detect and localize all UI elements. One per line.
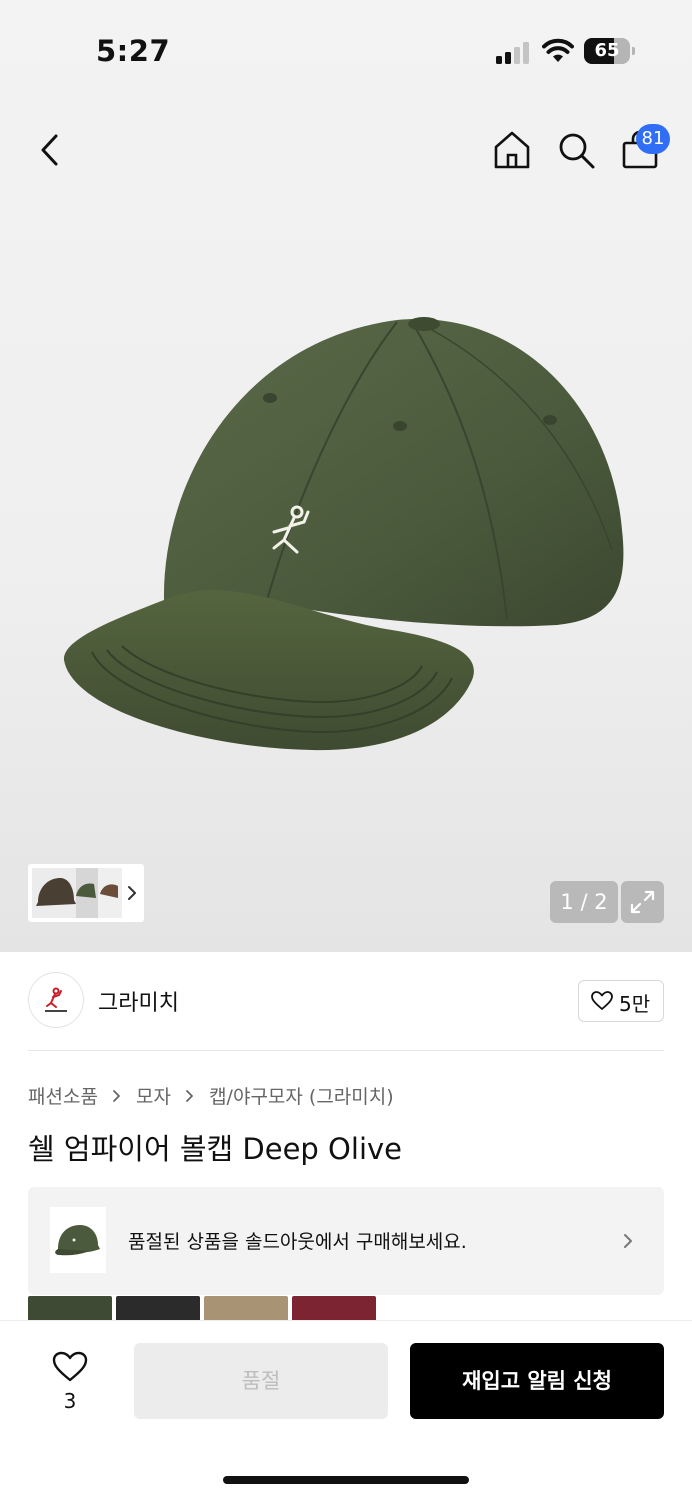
heart-icon (52, 1351, 88, 1382)
product-title: 쉘 엄파이어 볼캡 Deep Olive (28, 1132, 402, 1166)
divider (28, 1050, 664, 1051)
breadcrumb: 패션소품 모자 캡/야구모자 (그라미치) (28, 1082, 394, 1110)
brand-like-button[interactable]: 5만 (578, 980, 664, 1022)
wishlist-button[interactable]: 3 (40, 1343, 100, 1413)
brand-row[interactable]: 그라미치 5만 (28, 972, 664, 1030)
swatch-item[interactable] (204, 1296, 288, 1320)
brand-name[interactable]: 그라미치 (98, 985, 179, 1017)
cart-count-badge: 81 (636, 124, 670, 154)
breadcrumb-item-current[interactable]: 캡/야구모자 (그라미치) (209, 1082, 394, 1109)
image-page-indicator: 1 / 2 (550, 881, 618, 923)
back-icon[interactable] (30, 128, 70, 172)
status-bar: 5:27 65 (0, 0, 692, 100)
swatch-item[interactable] (292, 1296, 376, 1320)
chevron-right-icon (186, 1089, 193, 1102)
wishlist-count: 3 (63, 1389, 77, 1413)
swatch-item[interactable] (116, 1296, 200, 1320)
restock-alert-button[interactable]: 재입고 알림 신청 (410, 1343, 664, 1419)
swatch-item[interactable] (28, 1296, 112, 1320)
wifi-icon (542, 38, 574, 62)
chevron-right-icon[interactable] (620, 1229, 636, 1253)
search-icon[interactable] (554, 128, 598, 172)
product-image-cap[interactable] (52, 300, 640, 770)
thumbnail-image[interactable] (32, 868, 122, 918)
breadcrumb-item-category[interactable]: 패션소품 (28, 1082, 98, 1109)
promo-product-thumbnail (50, 1207, 106, 1273)
status-time: 5:27 (96, 34, 171, 68)
breadcrumb-item-subcategory[interactable]: 모자 (136, 1082, 171, 1109)
heart-icon (591, 991, 613, 1010)
promo-text: 품절된 상품을 솔드아웃에서 구매해보세요. (128, 1231, 467, 1253)
chevron-right-icon (113, 1089, 120, 1102)
soldout-promo-banner[interactable]: 품절된 상품을 솔드아웃에서 구매해보세요. (28, 1187, 664, 1295)
expand-icon[interactable] (621, 881, 664, 923)
color-swatches[interactable] (28, 1296, 388, 1320)
brand-like-count: 5만 (619, 992, 651, 1016)
battery-level: 65 (594, 40, 620, 61)
thumbnail-strip[interactable] (28, 864, 144, 922)
cellular-signal-icon (496, 42, 529, 64)
bottom-action-bar: 3 품절 재입고 알림 신청 (0, 1320, 692, 1501)
soldout-button[interactable]: 품절 (134, 1343, 388, 1419)
chevron-right-icon[interactable] (124, 882, 140, 904)
product-image-area: 5:27 65 81 1 / 2 (0, 0, 692, 952)
home-indicator (223, 1476, 469, 1484)
home-icon[interactable] (490, 128, 534, 172)
brand-logo[interactable] (28, 972, 84, 1028)
battery-indicator: 65 (584, 38, 636, 64)
